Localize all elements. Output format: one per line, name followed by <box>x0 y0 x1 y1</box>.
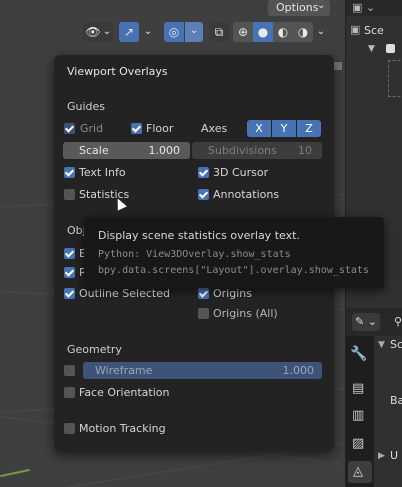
scale-field[interactable]: Scale 1.000 <box>63 142 190 159</box>
overlays-dropdown[interactable]: ⌄ <box>185 22 203 42</box>
scene-icon: ▣ <box>350 23 361 36</box>
options-button[interactable]: Options ⌄ <box>268 0 330 16</box>
relationship-lines-checkbox[interactable] <box>64 267 75 278</box>
collection-checkbox[interactable] <box>386 44 395 53</box>
material-shading-icon: ◐ <box>277 25 289 39</box>
grid-label: Grid <box>80 122 104 135</box>
wireframe-checkbox[interactable] <box>64 365 75 376</box>
outliner-scene-row[interactable]: ▣ Sce <box>346 20 402 40</box>
popover-title: Viewport Overlays <box>67 65 168 78</box>
axis-x-toggle[interactable]: X <box>247 120 271 137</box>
pin-icon[interactable]: ⚲ <box>394 315 402 328</box>
annotations-label: Annotations <box>213 188 280 201</box>
grid-checkbox[interactable] <box>64 123 75 134</box>
floor-label: Floor <box>146 122 174 135</box>
properties-field-label: Ba <box>390 394 402 407</box>
scene-tab-icon: ◬ <box>353 464 363 479</box>
axis-x-label: X <box>255 122 263 135</box>
gizmo-line <box>334 62 342 70</box>
overlays-icon: ◎ <box>168 25 180 39</box>
expand-arrow-icon[interactable]: ▶ <box>378 451 385 461</box>
text-info-label: Text Info <box>79 166 126 179</box>
guides-heading: Guides <box>67 100 106 113</box>
3d-cursor-label: 3D Cursor <box>213 166 269 179</box>
wireframe-value: 1.000 <box>282 364 315 377</box>
view-layer-tab-icon[interactable]: ▨ <box>352 436 364 451</box>
origins-all-label: Origins (All) <box>213 307 278 320</box>
face-orientation-checkbox[interactable] <box>64 387 75 398</box>
collection-item <box>388 60 402 97</box>
tooltip-description: Display scene statistics overlay text. <box>98 229 300 242</box>
floor-checkbox[interactable] <box>131 123 142 134</box>
subdivisions-field[interactable]: Subdivisions 10 <box>192 142 322 159</box>
3d-cursor-checkbox[interactable] <box>198 167 209 178</box>
tooltip-python: Python: View3DOverlay.show_stats <box>98 249 291 260</box>
axis-y-label: Y <box>280 122 288 135</box>
xray-icon: ⧉ <box>214 25 224 39</box>
solid-shading-icon: ● <box>257 25 269 39</box>
scale-value: 1.000 <box>148 144 181 157</box>
chevron-down-icon[interactable]: ⌄ <box>140 22 156 42</box>
solid-shading-button[interactable]: ● <box>253 22 273 42</box>
scene-tab[interactable]: ◬ <box>348 461 372 483</box>
origins-label: Origins <box>213 287 252 300</box>
outliner-header: ▣ ⌄ <box>346 0 402 16</box>
expand-arrow-icon[interactable]: ▼ <box>368 44 375 54</box>
outline-selected-label: Outline Selected <box>79 287 170 300</box>
origins-checkbox[interactable] <box>198 288 209 299</box>
statistics-checkbox[interactable] <box>64 189 75 200</box>
options-label: Options <box>276 1 319 14</box>
motion-tracking-label: Motion Tracking <box>79 422 166 435</box>
tooltip: Display scene statistics overlay text. P… <box>84 217 384 288</box>
tool-tab-icon[interactable]: 🔧 <box>350 346 367 362</box>
face-orientation-label: Face Orientation <box>79 386 170 399</box>
chevron-down-icon[interactable]: ⌄ <box>100 22 114 42</box>
render-tab-icon[interactable]: ▤ <box>352 381 364 396</box>
scale-label: Scale <box>79 144 109 157</box>
grid-y-axis <box>0 468 30 478</box>
wireframe-slider[interactable]: Wireframe 1.000 <box>83 362 322 379</box>
objects-heading: Obj <box>67 224 86 237</box>
subdivisions-value: 10 <box>298 144 312 157</box>
xray-toggle[interactable]: ⧉ <box>209 22 229 42</box>
gizmo-icon: ↗ <box>123 25 135 39</box>
extras-checkbox[interactable] <box>64 248 75 259</box>
wireframe-shading-button[interactable]: ⊕ <box>233 22 253 42</box>
axes-label: Axes <box>201 122 228 135</box>
wireframe-label: Wireframe <box>95 364 153 377</box>
viewport-header: Options ⌄ 👁 ⌄ ↗ ⌄ ◎ ⌄ ⧉ ⊕ ● ◐ ◑ ⌄ <box>0 0 345 46</box>
expand-arrow-icon[interactable]: ▼ <box>378 340 385 350</box>
geometry-heading: Geometry <box>67 343 122 356</box>
motion-tracking-checkbox[interactable] <box>64 423 75 434</box>
origins-all-checkbox[interactable] <box>198 308 209 319</box>
editor-type-icon[interactable]: ▣ ⌄ <box>352 1 375 14</box>
chevron-down-icon: ⌄ <box>317 0 326 11</box>
gizmo-toggle[interactable]: ↗ <box>119 22 139 42</box>
axis-z-toggle[interactable]: Z <box>297 120 321 137</box>
output-tab-icon[interactable]: ▥ <box>352 408 364 423</box>
overlays-toggle[interactable]: ◎ <box>164 22 184 42</box>
axis-z-label: Z <box>305 122 313 135</box>
text-info-checkbox[interactable] <box>64 167 75 178</box>
scene-label: Sce <box>364 24 384 37</box>
properties-panel-label: U <box>390 449 399 462</box>
material-shading-button[interactable]: ◐ <box>273 22 293 42</box>
subdivisions-label: Subdivisions <box>208 144 277 157</box>
rendered-shading-button[interactable]: ◑ <box>293 22 313 42</box>
outline-selected-checkbox[interactable] <box>64 288 75 299</box>
tooltip-path: bpy.data.screens["Layout"].overlay.show_… <box>98 265 369 276</box>
wrench-icon: ✎ ⌄ <box>355 315 377 328</box>
chevron-down-icon[interactable]: ⌄ <box>314 22 328 42</box>
annotations-checkbox[interactable] <box>198 189 209 200</box>
properties-header: ✎ ⌄ ⚲ <box>346 308 402 336</box>
properties-tabs: 🔧 ▤ ▥ ▨ ◬ <box>346 336 374 487</box>
wireframe-shading-icon: ⊕ <box>237 25 249 39</box>
chevron-down-icon: ⌄ <box>189 25 199 36</box>
editor-type-dropdown[interactable]: ✎ ⌄ <box>352 313 380 331</box>
rendered-shading-icon: ◑ <box>297 25 309 39</box>
properties-panel-label: Sc <box>390 338 402 351</box>
axis-y-toggle[interactable]: Y <box>272 120 296 137</box>
